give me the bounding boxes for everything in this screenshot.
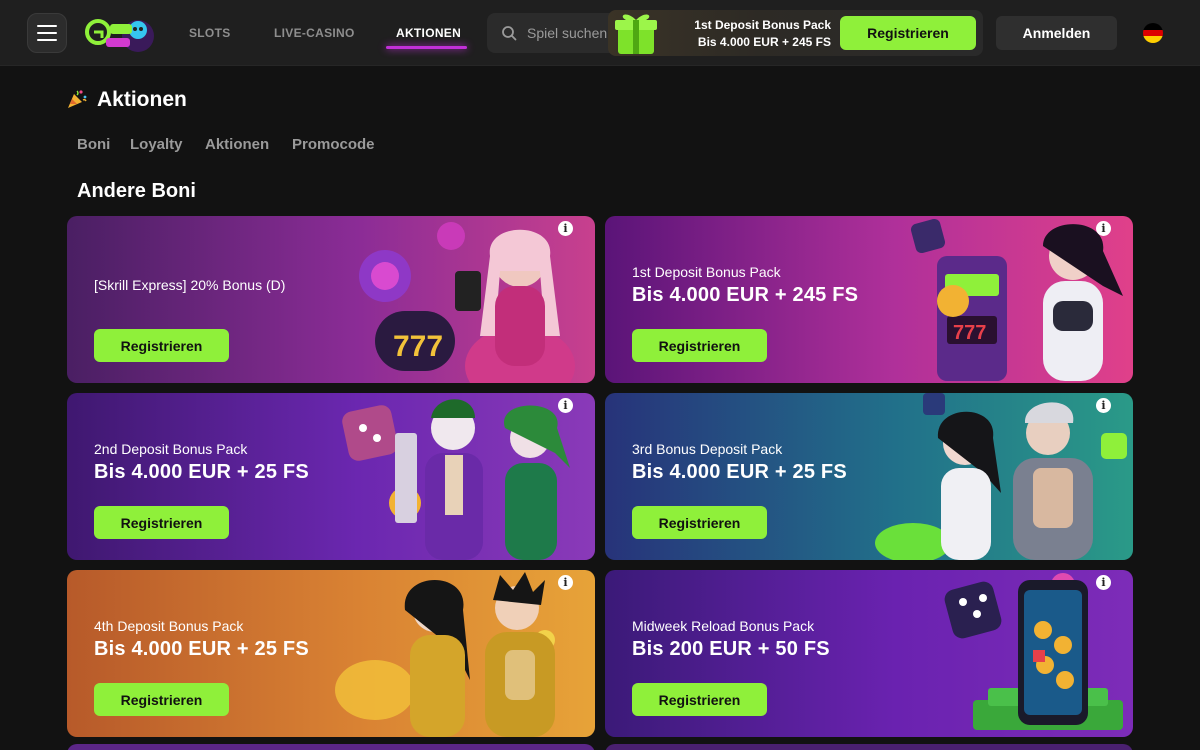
info-icon[interactable]: i bbox=[1096, 221, 1111, 236]
top-header: SLOTS LIVE-CASINO AKTIONEN 1st Deposit B… bbox=[0, 0, 1200, 66]
bonus-card-peek[interactable] bbox=[605, 744, 1133, 750]
gift-icon bbox=[615, 14, 657, 54]
card-register-button[interactable]: Registrieren bbox=[632, 506, 767, 539]
card-subtitle: 4th Deposit Bonus Pack bbox=[94, 618, 244, 634]
character-illustration-icon bbox=[875, 393, 1127, 560]
info-icon[interactable]: i bbox=[558, 575, 573, 590]
site-logo[interactable] bbox=[84, 12, 160, 54]
info-icon[interactable]: i bbox=[1096, 398, 1111, 413]
bonus-card[interactable]: i 3rd Bonus Deposit Pack Bis 4.000 EUR +… bbox=[605, 393, 1133, 560]
character-illustration-icon: 777 bbox=[359, 222, 575, 383]
menu-line-icon bbox=[37, 39, 57, 41]
search-icon bbox=[502, 26, 517, 41]
info-icon[interactable]: i bbox=[558, 398, 573, 413]
tab-boni[interactable]: Boni bbox=[77, 136, 110, 153]
card-subtitle: 2nd Deposit Bonus Pack bbox=[94, 441, 248, 457]
tab-aktionen[interactable]: Aktionen bbox=[205, 136, 269, 153]
promo-amount: Bis 4.000 EUR + 245 FS bbox=[697, 35, 831, 49]
page-title: Aktionen bbox=[97, 88, 187, 111]
card-subtitle: 1st Deposit Bonus Pack bbox=[632, 264, 781, 280]
svg-text:777: 777 bbox=[393, 330, 443, 363]
card-subtitle: [Skrill Express] 20% Bonus (D) bbox=[94, 277, 286, 293]
hamburger-menu-button[interactable] bbox=[27, 13, 67, 53]
card-headline: Bis 4.000 EUR + 25 FS bbox=[632, 461, 847, 483]
character-illustration-icon: 777 bbox=[910, 218, 1123, 381]
card-headline: Bis 4.000 EUR + 25 FS bbox=[94, 638, 309, 660]
card-subtitle: Midweek Reload Bonus Pack bbox=[632, 618, 815, 634]
card-register-button[interactable]: Registrieren bbox=[632, 329, 767, 362]
bonus-card[interactable]: i 4th Deposit Bonus Pack Bis 4.000 EUR +… bbox=[67, 570, 595, 737]
card-headline: Bis 4.000 EUR + 245 FS bbox=[632, 284, 859, 306]
info-icon[interactable]: i bbox=[558, 221, 573, 236]
card-headline: Bis 4.000 EUR + 25 FS bbox=[94, 461, 309, 483]
card-subtitle: 3rd Bonus Deposit Pack bbox=[632, 441, 783, 457]
login-button[interactable]: Anmelden bbox=[996, 16, 1117, 50]
character-illustration-icon bbox=[944, 573, 1123, 730]
menu-line-icon bbox=[37, 25, 57, 27]
card-headline: Bis 200 EUR + 50 FS bbox=[632, 638, 830, 660]
party-popper-icon bbox=[68, 90, 87, 108]
bonus-card[interactable]: i 2nd Deposit Bonus Pack Bis 4.000 EUR +… bbox=[67, 393, 595, 560]
header-register-button[interactable]: Registrieren bbox=[840, 16, 976, 50]
svg-text:777: 777 bbox=[953, 322, 986, 344]
germany-flag-icon[interactable] bbox=[1143, 23, 1163, 43]
search-input[interactable] bbox=[527, 13, 617, 53]
promo-title: 1st Deposit Bonus Pack bbox=[694, 18, 831, 32]
nav-live-casino[interactable]: LIVE-CASINO bbox=[274, 26, 355, 40]
bonus-card[interactable]: 777 i 1st Deposit Bonus Pack Bis 4.000 E… bbox=[605, 216, 1133, 383]
section-title: Andere Boni bbox=[77, 180, 196, 202]
search-box[interactable] bbox=[487, 13, 617, 53]
card-register-button[interactable]: Registrieren bbox=[94, 329, 229, 362]
card-register-button[interactable]: Registrieren bbox=[94, 506, 229, 539]
card-register-button[interactable]: Registrieren bbox=[632, 683, 767, 716]
tab-promocode[interactable]: Promocode bbox=[292, 136, 375, 153]
nav-slots[interactable]: SLOTS bbox=[189, 26, 231, 40]
menu-line-icon bbox=[37, 32, 57, 34]
card-register-button[interactable]: Registrieren bbox=[94, 683, 229, 716]
active-nav-indicator bbox=[386, 46, 467, 49]
tab-loyalty[interactable]: Loyalty bbox=[130, 136, 183, 153]
bonus-card[interactable]: 777 i [Skrill Express] 20% Bonus (D) Reg… bbox=[67, 216, 595, 383]
bonus-card[interactable]: i Midweek Reload Bonus Pack Bis 200 EUR … bbox=[605, 570, 1133, 737]
info-icon[interactable]: i bbox=[1096, 575, 1111, 590]
character-illustration-icon bbox=[342, 399, 570, 560]
nav-aktionen[interactable]: AKTIONEN bbox=[396, 26, 461, 40]
character-illustration-icon bbox=[335, 572, 555, 737]
bonus-card-peek[interactable] bbox=[67, 744, 595, 750]
